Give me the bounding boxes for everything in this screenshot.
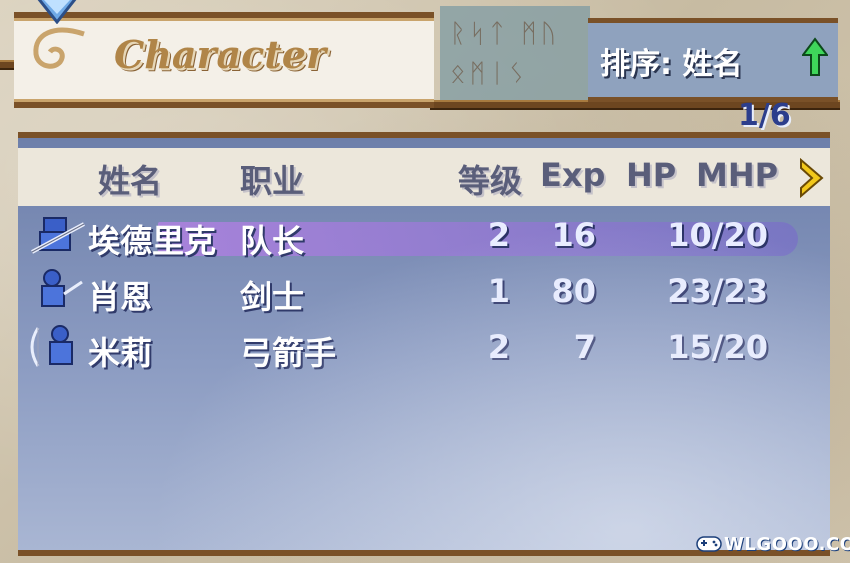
- blue-gem-icon: [37, 0, 77, 24]
- column-header-hp[interactable]: HP: [626, 156, 676, 194]
- title-window: Character: [14, 12, 434, 108]
- sort-label: 排序: 姓名: [600, 47, 743, 82]
- column-header-bar: 姓名 职业 等级 Exp HP MHP: [18, 148, 830, 206]
- character-hp: 10/20: [667, 216, 768, 254]
- gamepad-icon: [696, 536, 722, 552]
- sort-order-box[interactable]: 排序: 姓名: [588, 18, 838, 102]
- character-class: 队长: [240, 222, 305, 260]
- ornament-curl-icon: [33, 27, 85, 69]
- character-row[interactable]: 肖恩 剑士 1 80 23/23: [18, 264, 830, 316]
- lance-knight-portrait-icon: [31, 217, 85, 254]
- character-class: 剑士: [240, 278, 305, 316]
- site-watermark: WLGOOO.COM: [724, 534, 850, 555]
- column-header-mhp[interactable]: MHP: [696, 156, 778, 194]
- column-header-name[interactable]: 姓名: [98, 156, 162, 202]
- green-up-arrow-icon[interactable]: [802, 37, 828, 77]
- character-class: 弓箭手: [240, 334, 337, 372]
- column-header-class[interactable]: 职业: [240, 156, 304, 202]
- page-indicator: 1/6: [738, 98, 791, 133]
- character-name: 埃德里克: [88, 222, 217, 260]
- character-level: 2: [487, 328, 510, 366]
- character-level: 2: [487, 216, 510, 254]
- character-name: 肖恩: [88, 278, 153, 316]
- character-exp: 16: [551, 216, 596, 254]
- character-hp: 23/23: [667, 272, 768, 310]
- yellow-right-arrow-icon[interactable]: [798, 158, 824, 198]
- archer-portrait-icon: [30, 325, 73, 367]
- selection-highlight: [158, 222, 798, 256]
- character-row[interactable]: 米莉 弓箭手 2 7 15/20: [18, 320, 830, 372]
- character-hp: 15/20: [667, 328, 768, 366]
- column-header-level[interactable]: 等级: [458, 156, 522, 202]
- character-list-panel: 姓名 职业 等级 Exp HP MHP 埃德里克 队长 2 16 10/20 肖…: [18, 132, 830, 556]
- column-header-exp[interactable]: Exp: [540, 156, 605, 194]
- rune-background-decoration: ᚱᛋᛏ ᛗᚢ ᛟᛗᛁᛊ: [440, 6, 590, 106]
- game-screen: ᚱᛋᛏ ᛗᚢ ᛟᛗᛁᛊ Character 排序: 姓名 1/6 姓名 职业 等…: [0, 0, 850, 563]
- window-title: Character: [114, 32, 327, 77]
- character-level: 1: [487, 272, 510, 310]
- character-row[interactable]: 埃德里克 队长 2 16 10/20: [18, 208, 830, 260]
- swordsman-portrait-icon: [41, 269, 83, 307]
- character-name: 米莉: [88, 334, 153, 372]
- character-exp: 7: [573, 328, 596, 366]
- character-exp: 80: [551, 272, 596, 310]
